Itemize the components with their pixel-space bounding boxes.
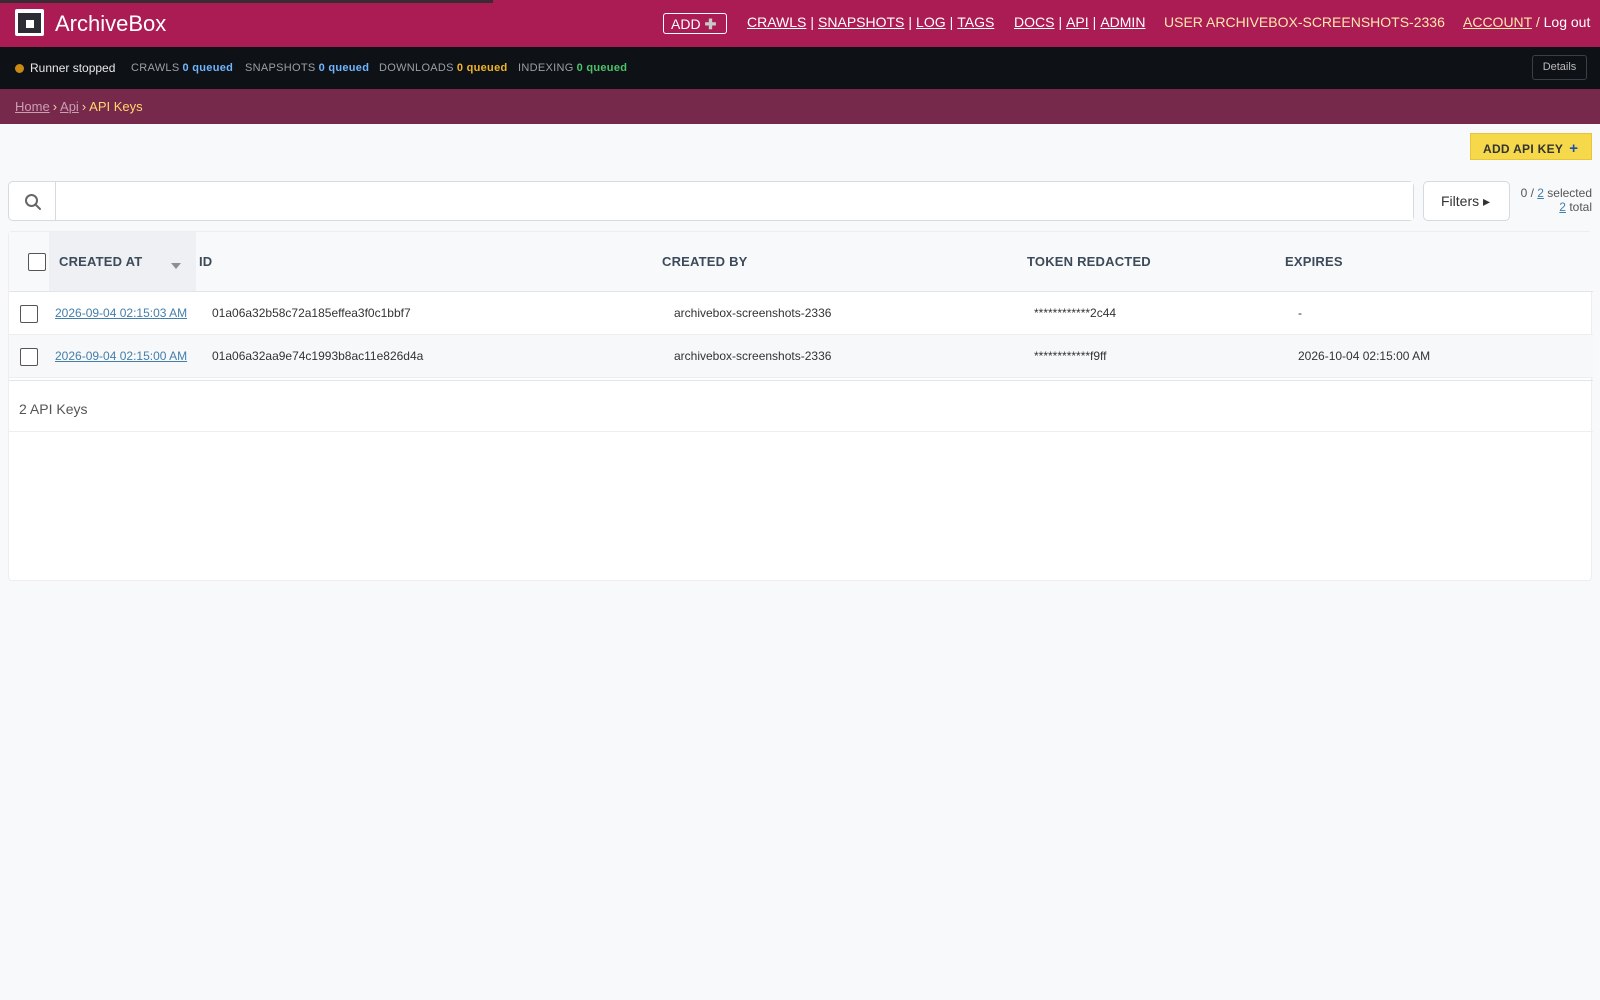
nav-separator: |	[810, 14, 815, 30]
crawls-queue-label: CRAWLS	[131, 62, 180, 74]
selected-prefix: 0 /	[1520, 186, 1534, 200]
breadcrumb: Home › Api › API Keys	[0, 89, 1600, 124]
account-nav: ACCOUNT / Log out	[1463, 14, 1590, 30]
filters-button[interactable]: Filters ▸	[1423, 181, 1510, 221]
results-table: CREATED AT ID CREATED BY TOKEN REDACTED …	[8, 231, 1593, 581]
downloads-queue-stat: DOWNLOADS 0 queued	[379, 62, 508, 74]
created-at-cell: 2026-09-04 02:15:03 AM	[55, 306, 187, 320]
account-link[interactable]: ACCOUNT	[1463, 14, 1532, 30]
docs-nav: DOCS | API | ADMIN	[1014, 14, 1145, 30]
row-select-checkbox[interactable]	[20, 305, 38, 323]
indexing-queue-count: 0 queued	[576, 62, 628, 74]
runner-status-text: Runner stopped	[30, 61, 116, 75]
token-cell: ************f9ff	[1034, 349, 1107, 363]
expires-cell: -	[1298, 306, 1302, 320]
snapshots-queue-label: SNAPSHOTS	[245, 62, 316, 74]
add-button-label: ADD	[671, 16, 701, 32]
sort-descending-icon[interactable]	[171, 263, 181, 269]
worker-status-bar: Runner stopped CRAWLS 0 queued SNAPSHOTS 0…	[0, 47, 1600, 89]
nav-api-link[interactable]: API	[1066, 14, 1089, 30]
table-row: 2026-09-04 02:15:03 AM 01a06a32b58c72a18…	[9, 292, 1593, 335]
snapshots-queue-count: 0 queued	[318, 62, 370, 74]
table-divider	[9, 380, 1593, 381]
top-header: ArchiveBox ADD ✚ CRAWLS | SNAPSHOTS | LOG | TAG…	[0, 0, 1600, 47]
add-api-key-label: ADD API KEY	[1483, 142, 1564, 156]
id-cell: 01a06a32aa9e74c1993b8ac11e826d4a	[212, 349, 424, 363]
column-header-created-by[interactable]: CREATED BY	[662, 254, 748, 269]
crawls-queue-count: 0 queued	[182, 62, 234, 74]
account-separator: /	[1535, 14, 1540, 30]
brand-title[interactable]: ArchiveBox	[55, 11, 166, 37]
breadcrumb-separator: ›	[52, 99, 58, 114]
nav-crawls-link[interactable]: CRAWLS	[747, 14, 806, 30]
downloads-queue-count: 0 queued	[456, 62, 508, 74]
add-button[interactable]: ADD ✚	[663, 13, 727, 34]
downloads-queue-label: DOWNLOADS	[379, 62, 454, 74]
nav-separator: |	[1092, 14, 1097, 30]
created-at-cell: 2026-09-04 02:15:00 AM	[55, 349, 187, 363]
selection-counter: 0 / 2 selected 2 total	[1514, 186, 1592, 214]
table-row: 2026-09-04 02:15:00 AM 01a06a32aa9e74c19…	[9, 335, 1593, 378]
created-by-cell: archivebox-screenshots-2336	[674, 349, 832, 363]
breadcrumb-separator: ›	[81, 99, 87, 114]
search-bar	[8, 181, 1414, 221]
nav-separator: |	[1058, 14, 1063, 30]
nav-separator: |	[949, 14, 954, 30]
details-button[interactable]: Details	[1532, 55, 1587, 80]
runner-status-dot-icon	[15, 64, 24, 73]
plus-icon: +	[1569, 140, 1579, 157]
breadcrumb-current: API Keys	[89, 99, 143, 114]
current-user-label: USER ARCHIVEBOX-SCREENSHOTS-2336	[1164, 14, 1445, 30]
id-cell: 01a06a32b58c72a185effea3f0c1bbf7	[212, 306, 411, 320]
nav-log-link[interactable]: LOG	[916, 14, 946, 30]
breadcrumb-api-link[interactable]: Api	[60, 99, 79, 114]
breadcrumb-home-link[interactable]: Home	[15, 99, 50, 114]
logout-link[interactable]: Log out	[1544, 14, 1591, 30]
nav-snapshots-link[interactable]: SNAPSHOTS	[818, 14, 904, 30]
column-header-token-redacted[interactable]: TOKEN REDACTED	[1027, 254, 1151, 269]
created-by-cell: archivebox-screenshots-2336	[674, 306, 832, 320]
search-icon	[25, 194, 41, 210]
nav-admin-link[interactable]: ADMIN	[1100, 14, 1145, 30]
expires-cell: 2026-10-04 02:15:00 AM	[1298, 349, 1431, 363]
column-header-id[interactable]: ID	[199, 254, 212, 269]
nav-separator: |	[908, 14, 913, 30]
token-cell: ************2c44	[1034, 306, 1117, 320]
created-at-link[interactable]: 2026-09-04 02:15:03 AM	[55, 306, 187, 320]
nav-docs-link[interactable]: DOCS	[1014, 14, 1054, 30]
created-at-link[interactable]: 2026-09-04 02:15:00 AM	[55, 349, 187, 363]
selected-count-link[interactable]: 2	[1537, 186, 1544, 200]
row-select-checkbox[interactable]	[20, 348, 38, 366]
snapshots-queue-stat: SNAPSHOTS 0 queued	[245, 62, 369, 74]
crawls-queue-stat: CRAWLS 0 queued	[131, 62, 233, 74]
archivebox-logo-icon[interactable]	[15, 9, 44, 36]
indexing-queue-stat: INDEXING 0 queued	[518, 62, 627, 74]
column-header-expires[interactable]: EXPIRES	[1285, 254, 1343, 269]
column-header-created-at[interactable]: CREATED AT	[59, 254, 142, 269]
loading-progress-bar	[0, 0, 493, 3]
add-api-key-button[interactable]: ADD API KEY +	[1470, 133, 1592, 160]
total-suffix: total	[1569, 200, 1592, 214]
indexing-queue-label: INDEXING	[518, 62, 574, 74]
nav-tags-link[interactable]: TAGS	[957, 14, 994, 30]
selected-suffix: selected	[1547, 186, 1592, 200]
total-count-link[interactable]: 2	[1559, 200, 1566, 214]
primary-nav: CRAWLS | SNAPSHOTS | LOG | TAGS	[747, 14, 994, 30]
table-header: CREATED AT ID CREATED BY TOKEN REDACTED …	[9, 232, 1593, 292]
result-count: 2 API Keys	[9, 389, 1593, 432]
plus-icon: ✚	[704, 16, 717, 32]
select-all-checkbox[interactable]	[28, 253, 46, 271]
search-input[interactable]	[55, 182, 1413, 220]
